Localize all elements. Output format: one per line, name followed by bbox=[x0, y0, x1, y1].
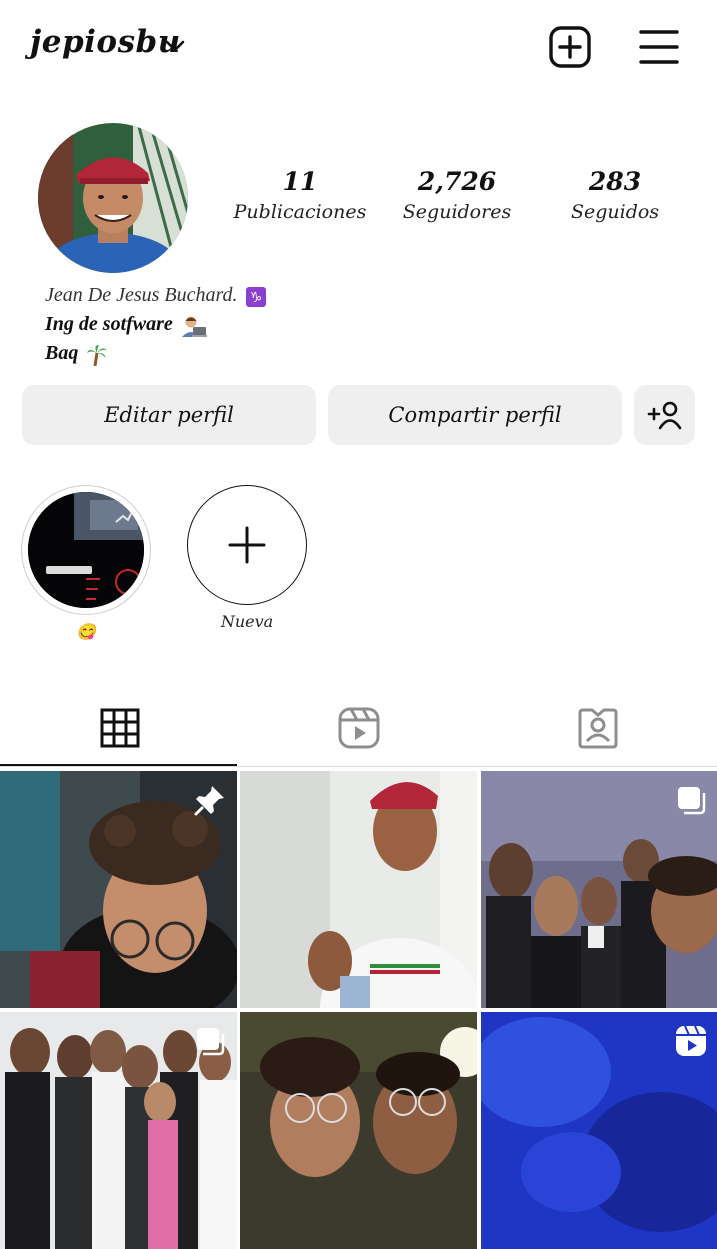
carousel-icon bbox=[197, 1028, 225, 1056]
post-image bbox=[240, 771, 477, 1008]
bio-name: Jean De Jesus Buchard. bbox=[45, 284, 238, 306]
post-thumbnail[interactable] bbox=[0, 771, 237, 1008]
new-highlight-label: Nueva bbox=[220, 612, 274, 631]
menu-button[interactable] bbox=[636, 24, 682, 70]
followers-count-label: Seguidores bbox=[402, 201, 512, 223]
followers-count-value: 2,726 bbox=[417, 167, 497, 196]
tab-tagged[interactable] bbox=[478, 690, 717, 766]
tagged-icon bbox=[578, 708, 617, 749]
bio-line-2: Baq bbox=[45, 342, 79, 364]
username[interactable]: jepiosbu bbox=[30, 24, 181, 60]
edit-profile-button[interactable]: Editar perfil bbox=[22, 385, 316, 445]
profile-avatar[interactable] bbox=[38, 123, 188, 273]
highlight-ring bbox=[21, 485, 151, 615]
grid-icon bbox=[100, 708, 139, 748]
profile-bio: Jean De Jesus Buchard. ♑ Ing de sotfware… bbox=[45, 281, 266, 368]
hamburger-menu-icon bbox=[639, 30, 679, 64]
reels-icon bbox=[338, 707, 379, 749]
add-person-icon bbox=[647, 401, 681, 430]
new-highlight-button[interactable] bbox=[187, 485, 317, 615]
highlight-cover bbox=[28, 492, 144, 608]
post-thumbnail[interactable] bbox=[240, 771, 477, 1008]
plus-icon bbox=[228, 526, 266, 564]
posts-count-label: Publicaciones bbox=[233, 201, 367, 223]
following-count[interactable]: 283 Seguidos bbox=[540, 166, 690, 226]
avatar-photo bbox=[38, 123, 188, 273]
profile-header: jepiosbu bbox=[0, 0, 717, 92]
share-profile-button[interactable]: Compartir perfil bbox=[328, 385, 622, 445]
following-count-label: Seguidos bbox=[570, 201, 660, 223]
story-highlight[interactable] bbox=[21, 485, 151, 615]
palm-tree-icon bbox=[87, 344, 108, 366]
plus-square-icon bbox=[549, 26, 591, 68]
posts-count-value: 11 bbox=[282, 167, 318, 196]
highlight-label: 😋 bbox=[76, 622, 96, 641]
tab-reels[interactable] bbox=[239, 690, 478, 766]
new-post-button[interactable] bbox=[547, 24, 593, 70]
post-thumbnail[interactable] bbox=[481, 1012, 717, 1249]
post-image bbox=[240, 1012, 477, 1249]
bio-line-1: Ing de sotfware bbox=[45, 313, 173, 335]
pinned-icon bbox=[194, 786, 224, 816]
following-count-value: 283 bbox=[588, 167, 642, 196]
tab-divider bbox=[0, 766, 717, 767]
new-highlight-ring bbox=[187, 485, 307, 605]
technologist-icon bbox=[181, 316, 207, 337]
discover-people-button[interactable] bbox=[634, 385, 695, 445]
svg-text:♑: ♑ bbox=[249, 290, 262, 306]
post-thumbnail[interactable] bbox=[481, 771, 717, 1008]
reel-icon bbox=[676, 1025, 706, 1056]
followers-count[interactable]: 2,726 Seguidores bbox=[382, 166, 532, 226]
chevron-down-icon[interactable] bbox=[163, 34, 187, 58]
capricorn-icon: ♑ bbox=[245, 286, 266, 307]
carousel-icon bbox=[678, 787, 706, 815]
post-thumbnail[interactable] bbox=[240, 1012, 477, 1249]
tab-posts-grid[interactable] bbox=[0, 690, 239, 766]
posts-count[interactable]: 11 Publicaciones bbox=[225, 166, 375, 226]
post-thumbnail[interactable] bbox=[0, 1012, 237, 1249]
